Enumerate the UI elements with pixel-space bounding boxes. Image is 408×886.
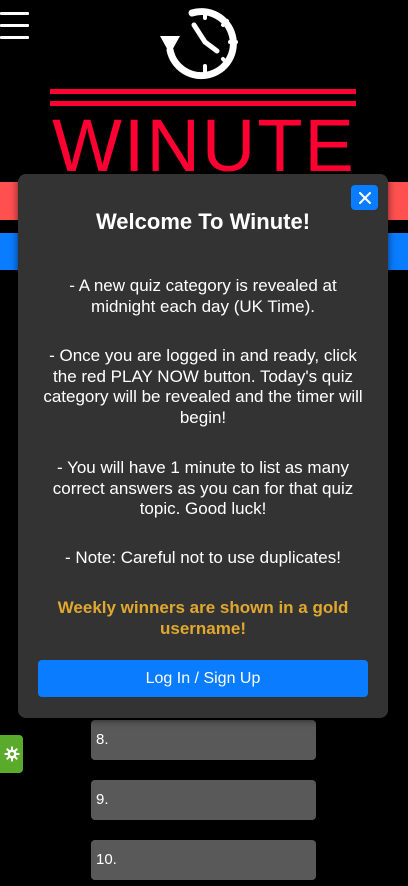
welcome-modal: Welcome To Winute! - A new quiz category…	[18, 174, 388, 718]
close-icon	[358, 191, 371, 204]
settings-tab[interactable]	[0, 735, 23, 773]
modal-title: Welcome To Winute!	[95, 209, 311, 234]
close-button[interactable]	[351, 185, 378, 210]
modal-paragraph-timer: - You will have 1 minute to list as many…	[52, 458, 354, 518]
menu-icon-line	[0, 12, 29, 15]
menu-icon-line	[0, 24, 29, 27]
answer-field-10[interactable]: 10.	[91, 840, 316, 880]
gear-icon	[4, 746, 19, 762]
logo-bar-top	[50, 89, 356, 94]
answer-field-8[interactable]: 8.	[91, 720, 316, 760]
modal-paragraph-note: - Note: Careful not to use duplicates!	[65, 548, 341, 567]
menu-icon[interactable]	[0, 12, 30, 40]
clock-arrow-icon	[160, 8, 238, 80]
login-signup-button[interactable]: Log In / Sign Up	[38, 660, 368, 697]
modal-paragraph-play: - Once you are logged in and ready, clic…	[43, 346, 363, 427]
modal-gold-note: Weekly winners are shown in a gold usern…	[57, 598, 349, 638]
modal-paragraph-category: - A new quiz category is revealed at mid…	[69, 276, 337, 316]
menu-icon-line	[0, 36, 29, 39]
answer-field-9[interactable]: 9.	[91, 780, 316, 820]
